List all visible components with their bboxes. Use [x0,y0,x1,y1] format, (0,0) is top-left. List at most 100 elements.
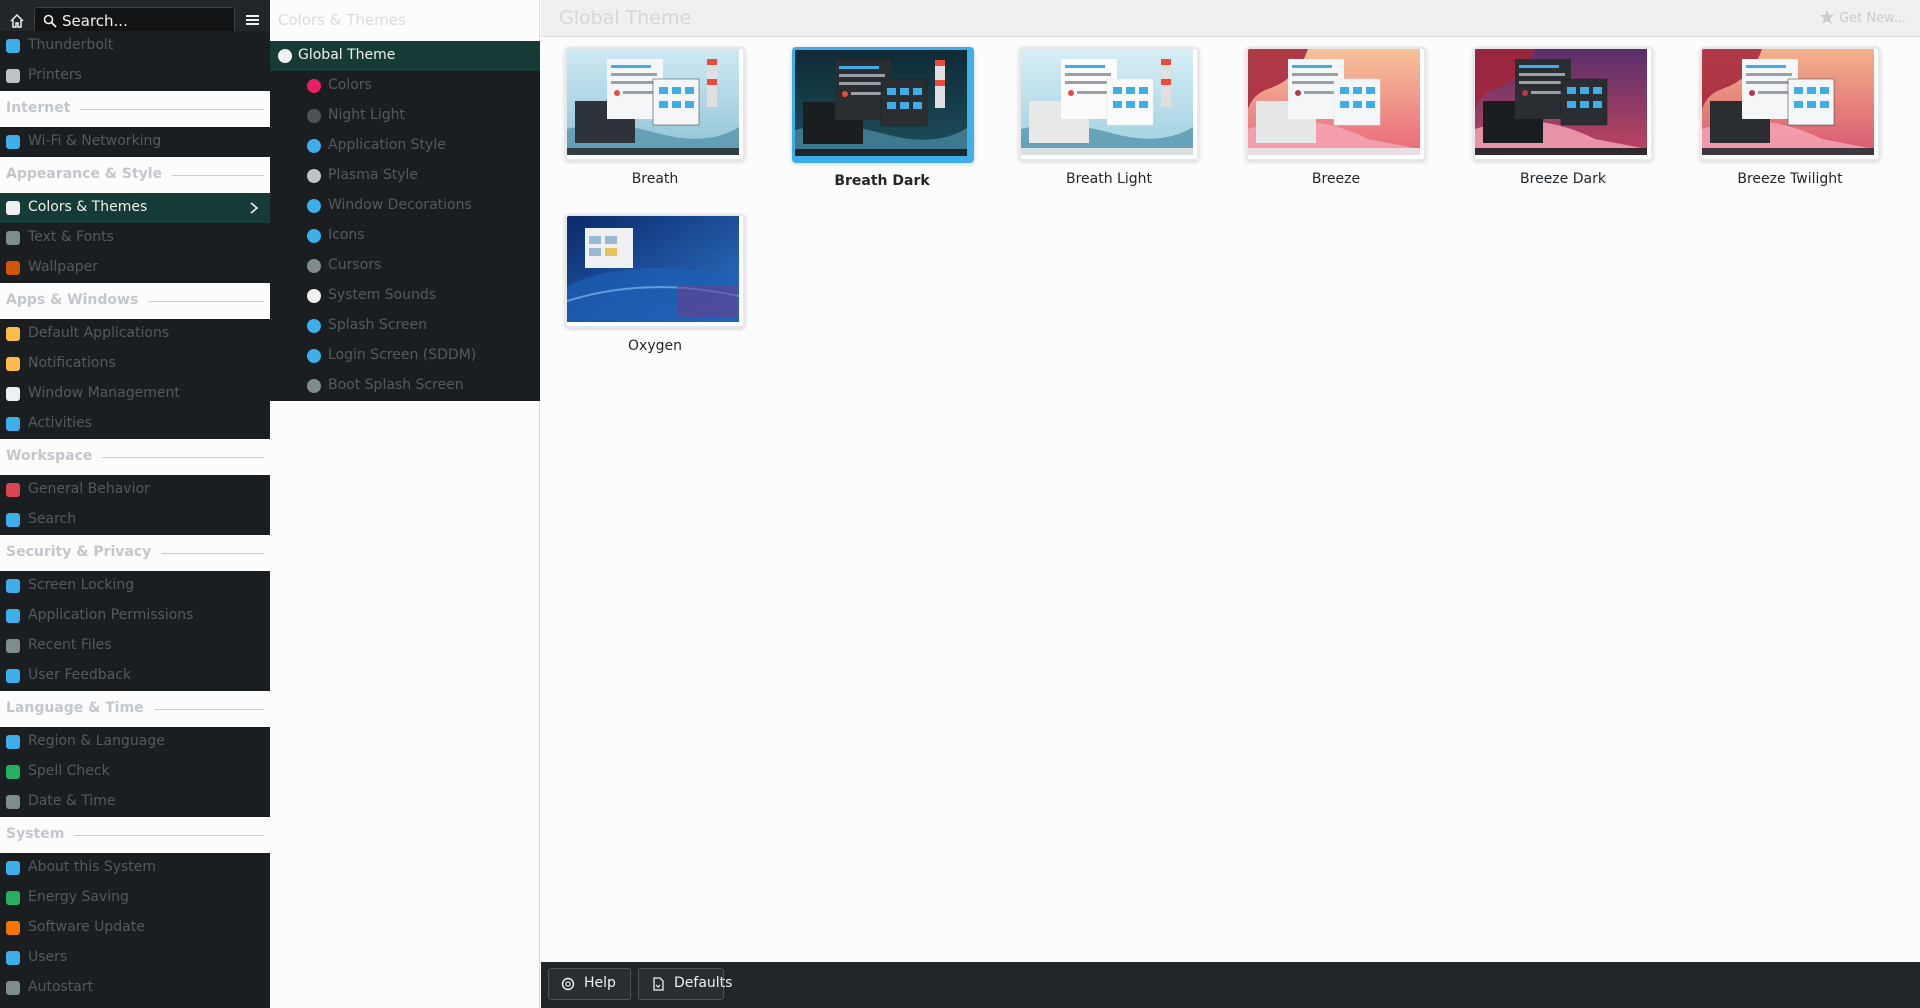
sidebar-item-thunderbolt[interactable]: Thunderbolt [0,31,270,61]
sidebar-item-label: Wi-Fi & Networking [28,133,162,149]
theme-card-oxygen[interactable]: Oxygen [565,214,745,354]
colors-icon [307,79,321,93]
subcategory-item-colors[interactable]: Colors [270,71,540,101]
section-divider [80,109,264,110]
about-this-system-icon [6,861,20,875]
sidebar-item-user-feedback[interactable]: User Feedback [0,661,270,691]
recent-files-icon [6,639,20,653]
sidebar-section-heading: Internet [0,91,270,127]
subcategory-item-system-sounds[interactable]: System Sounds [270,281,540,311]
sidebar-item-default-applications[interactable]: Default Applications [0,319,270,349]
section-divider [74,835,264,836]
sidebar-item-software-update[interactable]: Software Update [0,913,270,943]
sidebar-item-label: Autostart [28,979,94,995]
theme-card-breath[interactable]: Breath [565,47,745,187]
theme-card-breath-light[interactable]: Breath Light [1019,47,1199,187]
plasma-style-icon [307,169,321,183]
sidebar-item-label: Printers [28,67,82,83]
subcategory-item-cursors[interactable]: Cursors [270,251,540,281]
subcategory-panel-title: Colors & Themes [278,11,406,29]
sidebar-item-activities[interactable]: Activities [0,409,270,439]
theme-card-breeze[interactable]: Breeze [1246,47,1426,187]
subcategory-item-label: Boot Splash Screen [328,377,464,393]
sidebar-item-label: Region & Language [28,733,165,749]
main-content: Global Theme Get New... Breath Breath Dar… [541,0,1920,1008]
sidebar-item-wi-fi-networking[interactable]: Wi-Fi & Networking [0,127,270,157]
section-divider [154,709,264,710]
sidebar-item-text-fonts[interactable]: Text & Fonts [0,223,270,253]
subcategory-item-application-style[interactable]: Application Style [270,131,540,161]
sidebar-item-label: User Feedback [28,667,132,683]
hamburger-icon [246,15,259,25]
defaults-button[interactable]: Defaults [638,968,732,1000]
subcategory-item-boot-splash-screen[interactable]: Boot Splash Screen [270,371,540,401]
sidebar-item-screen-locking[interactable]: Screen Locking [0,571,270,601]
subcategory-item-label: System Sounds [328,287,437,303]
theme-card-breeze-dark[interactable]: Breeze Dark [1473,47,1653,187]
autostart-icon [6,981,20,995]
subcategory-item-label: Colors [328,77,372,93]
splash-screen-icon [307,319,321,333]
hamburger-menu-button[interactable] [243,10,263,30]
sidebar-item-spell-check[interactable]: Spell Check [0,757,270,787]
sidebar-section-heading: Security & Privacy [0,535,270,571]
section-heading-label: Language & Time [6,700,144,716]
sidebar-category-list: Thunderbolt Printers Internet Wi-Fi & Netwo… [0,31,270,1003]
window-decorations-icon [307,199,321,213]
theme-preview-image [1246,47,1426,161]
defaults-label: Defaults [674,975,733,991]
window-management-icon [6,387,20,401]
footer-bar: Help Defaults [541,962,1920,1008]
get-new-button[interactable]: Get New... [1819,9,1906,26]
subcategory-item-night-light[interactable]: Night Light [270,101,540,131]
screen-locking-icon [6,579,20,593]
sidebar-item-label: Thunderbolt [28,37,114,53]
sidebar-item-label: Software Update [28,919,145,935]
theme-card-breeze-twilight[interactable]: Breeze Twilight [1700,47,1880,187]
subcategory-item-icons[interactable]: Icons [270,221,540,251]
sidebar-item-notifications[interactable]: Notifications [0,349,270,379]
help-button[interactable]: Help [548,968,631,1000]
sidebar-item-region-language[interactable]: Region & Language [0,727,270,757]
theme-card-breath-dark[interactable]: Breath Dark [792,47,974,189]
sidebar-item-wallpaper[interactable]: Wallpaper [0,253,270,283]
sidebar-item-colors-themes[interactable]: Colors & Themes [0,193,270,223]
sidebar-item-printers[interactable]: Printers [0,61,270,91]
sidebar-item-recent-files[interactable]: Recent Files [0,631,270,661]
software-update-icon [6,921,20,935]
section-divider [102,457,264,458]
theme-name: Breeze Twilight [1737,171,1843,187]
sidebar-item-label: Colors & Themes [28,199,148,215]
sidebar-item-search[interactable]: Search [0,505,270,535]
date-time-icon [6,795,20,809]
subcategory-item-login-screen-sddm[interactable]: Login Screen (SDDM) [270,341,540,371]
subcategory-item-label: Cursors [328,257,382,273]
page-header: Global Theme Get New... [541,0,1920,37]
application-permissions-icon [6,609,20,623]
users-icon [6,951,20,965]
region-language-icon [6,735,20,749]
section-heading-label: Internet [6,100,71,116]
sidebar-item-general-behavior[interactable]: General Behavior [0,475,270,505]
subcategory-item-splash-screen[interactable]: Splash Screen [270,311,540,341]
sidebar-item-label: Date & Time [28,793,116,809]
sidebar-item-label: General Behavior [28,481,150,497]
sidebar-item-window-management[interactable]: Window Management [0,379,270,409]
boot-splash-screen-icon [307,379,321,393]
sidebar-section-heading: Workspace [0,439,270,475]
sidebar-item-autostart[interactable]: Autostart [0,973,270,1003]
subcategory-item-plasma-style[interactable]: Plasma Style [270,161,540,191]
sidebar-item-application-permissions[interactable]: Application Permissions [0,601,270,631]
notifications-icon [6,357,20,371]
subcategory-item-global-theme[interactable]: Global Theme [270,41,540,71]
sidebar-item-about-this-system[interactable]: About this System [0,853,270,883]
subcategory-item-window-decorations[interactable]: Window Decorations [270,191,540,221]
subcategory-panel: Colors & Themes Global Theme Colors Night … [270,0,540,1008]
sidebar-item-energy-saving[interactable]: Energy Saving [0,883,270,913]
theme-name: Oxygen [628,338,682,354]
sidebar-item-date-time[interactable]: Date & Time [0,787,270,817]
subcategory-item-label: Icons [328,227,365,243]
home-button[interactable] [6,10,28,32]
sidebar-item-users[interactable]: Users [0,943,270,973]
sidebar: Search... Thunderbolt Printers Internet Wi-… [0,0,270,1008]
